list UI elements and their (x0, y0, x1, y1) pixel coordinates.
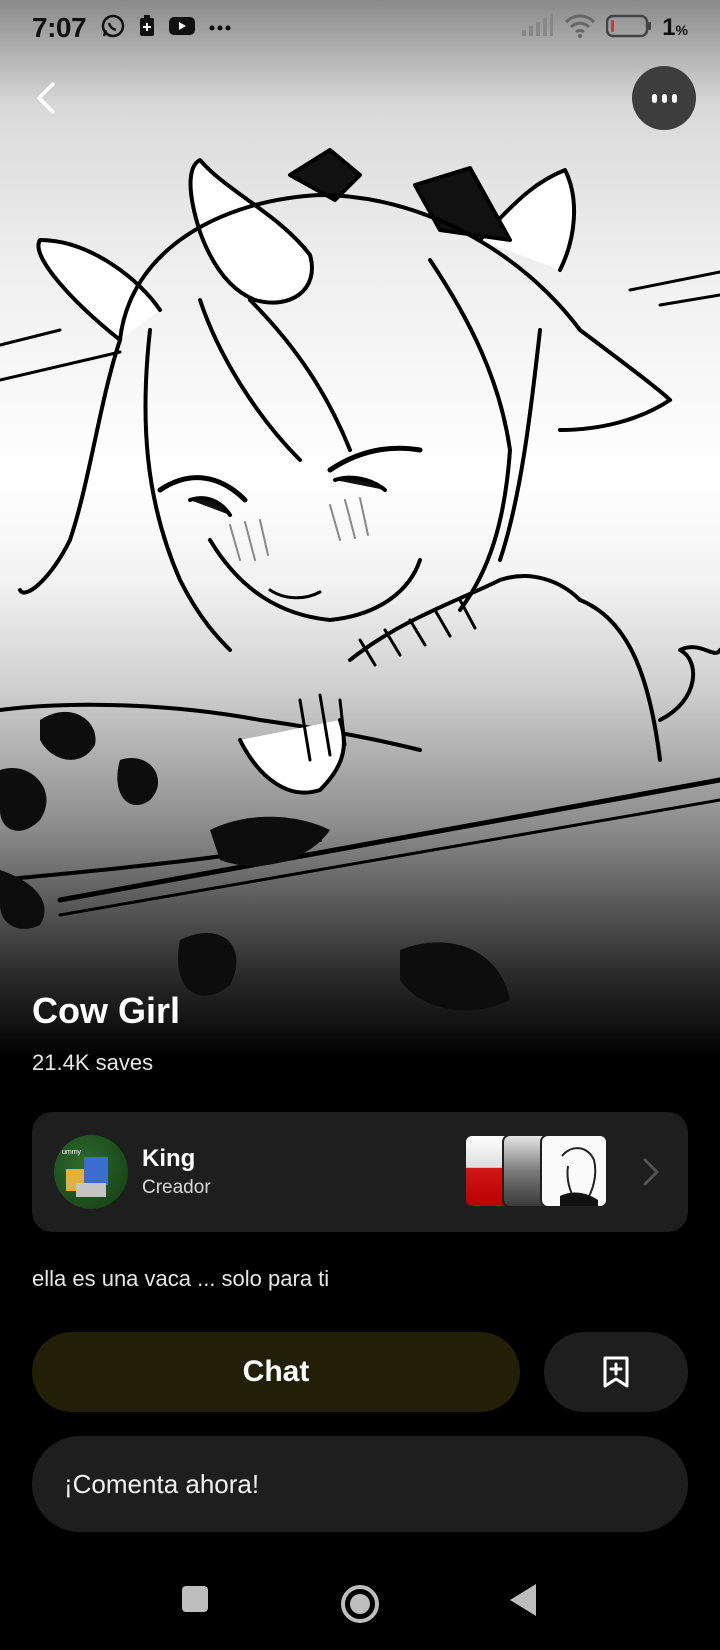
character-description: ella es una vaca ... solo para ti (32, 1266, 330, 1291)
home-circle-icon (341, 1585, 379, 1623)
recent-apps-button[interactable] (178, 1582, 212, 1616)
youtube-icon (168, 15, 196, 42)
chat-button-label: Chat (242, 1355, 310, 1388)
more-notifications-icon (208, 19, 232, 37)
chat-button[interactable]: Chat (32, 1332, 520, 1412)
battery-icon (605, 14, 652, 43)
square-icon (182, 1586, 208, 1612)
system-status-icons: 1% (520, 13, 688, 43)
battery-percent: 1% (662, 14, 688, 41)
more-dot (661, 93, 667, 103)
notification-icons (100, 13, 232, 44)
more-dot (671, 93, 677, 103)
chevron-left-icon (37, 82, 55, 114)
bookmark-plus-icon (603, 1356, 629, 1388)
creator-info: King Creador (142, 1145, 211, 1199)
signal-icon (520, 13, 554, 43)
character-name: Cow Girl (32, 990, 181, 1031)
wifi-icon (564, 14, 596, 43)
chevron-right-icon[interactable] (636, 1152, 666, 1192)
status-time: 7:07 (32, 12, 87, 43)
save-character-button[interactable] (544, 1332, 688, 1412)
back-button[interactable] (24, 72, 68, 124)
creator-role: Creador (142, 1177, 211, 1198)
saves-count: 21.4K saves (32, 1050, 154, 1075)
creator-card[interactable]: ummy King Creador (32, 1112, 688, 1232)
more-options-button[interactable] (632, 66, 696, 130)
status-bar: 7:07 1% (0, 0, 720, 56)
creator-characters-thumbnails[interactable] (464, 1134, 614, 1210)
creator-name[interactable]: King (142, 1145, 211, 1173)
cow-girl-illustration (0, 148, 720, 1011)
battery-saver-icon (138, 14, 156, 43)
home-button[interactable] (338, 1582, 382, 1626)
character-image (0, 0, 720, 1060)
whatsapp-icon (100, 13, 126, 44)
avatar-text: ummy (62, 1149, 82, 1156)
creator-avatar[interactable]: ummy (54, 1135, 128, 1209)
triangle-back-icon (510, 1584, 536, 1616)
character-thumbnail (540, 1134, 608, 1208)
comment-input[interactable] (32, 1436, 688, 1532)
back-nav-button[interactable] (506, 1582, 540, 1618)
more-vertical-icon (651, 93, 657, 103)
divider (0, 1412, 720, 1432)
